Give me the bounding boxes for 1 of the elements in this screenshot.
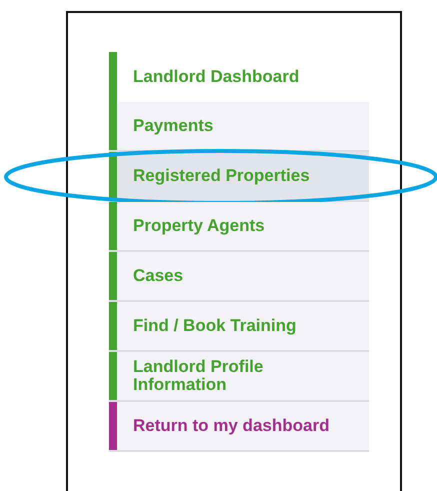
menu-heading[interactable]: Landlord Dashboard: [117, 52, 369, 102]
